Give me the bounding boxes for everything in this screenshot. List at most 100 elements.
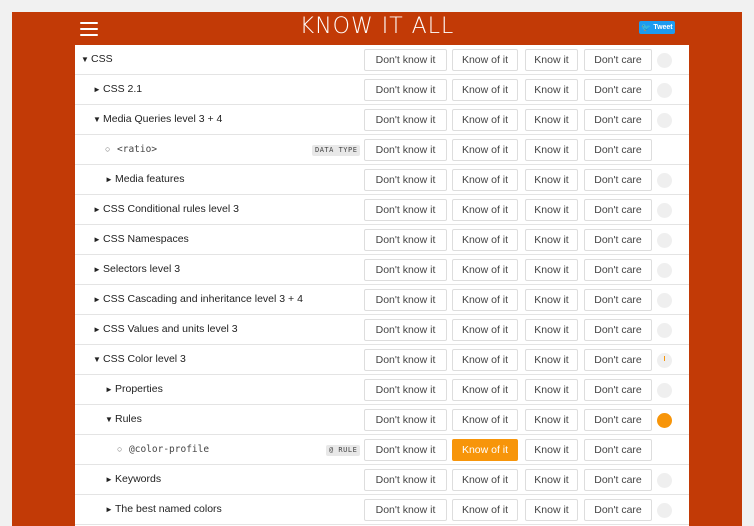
progress-indicator [657, 323, 672, 338]
dont-know-it-button[interactable]: Don't know it [364, 499, 447, 521]
dont-care-button[interactable]: Don't care [584, 499, 652, 521]
topic-label[interactable]: ▼ CSS [81, 45, 113, 75]
dont-know-it-button[interactable]: Don't know it [364, 49, 447, 71]
caret-right-icon[interactable]: ► [93, 225, 103, 254]
know-of-it-button[interactable]: Know of it [452, 259, 518, 281]
caret-right-icon[interactable]: ► [93, 315, 103, 344]
dont-care-button[interactable]: Don't care [584, 139, 652, 161]
dont-care-button[interactable]: Don't care [584, 109, 652, 131]
dont-care-button[interactable]: Don't care [584, 259, 652, 281]
dont-know-it-button[interactable]: Don't know it [364, 259, 447, 281]
know-of-it-button[interactable]: Know of it [452, 109, 518, 131]
dont-care-button[interactable]: Don't care [584, 229, 652, 251]
know-it-button[interactable]: Know it [525, 259, 578, 281]
caret-right-icon[interactable]: ► [105, 495, 115, 524]
caret-right-icon[interactable]: ► [93, 75, 103, 104]
dont-care-button[interactable]: Don't care [584, 49, 652, 71]
know-of-it-button[interactable]: Know of it [452, 79, 518, 101]
know-of-it-button[interactable]: Know of it [452, 139, 518, 161]
tweet-button[interactable]: 🐦 Tweet [639, 21, 675, 34]
dont-care-button[interactable]: Don't care [584, 409, 652, 431]
know-of-it-button[interactable]: Know of it [452, 229, 518, 251]
dont-care-button[interactable]: Don't care [584, 349, 652, 371]
topic-label[interactable]: ► Properties [105, 375, 163, 405]
know-it-button[interactable]: Know it [525, 499, 578, 521]
caret-right-icon[interactable]: ► [93, 255, 103, 284]
topic-label[interactable]: ► Selectors level 3 [93, 255, 180, 285]
dont-know-it-button[interactable]: Don't know it [364, 409, 447, 431]
topic-label[interactable]: ○ <ratio> [105, 135, 157, 165]
know-of-it-button[interactable]: Know of it [452, 49, 518, 71]
know-it-button[interactable]: Know it [525, 349, 578, 371]
know-it-button[interactable]: Know it [525, 439, 578, 461]
dont-know-it-button[interactable]: Don't know it [364, 289, 447, 311]
topic-label[interactable]: ► CSS Conditional rules level 3 [93, 195, 239, 225]
caret-down-icon[interactable]: ▼ [105, 405, 115, 434]
know-it-button[interactable]: Know it [525, 409, 578, 431]
dont-know-it-button[interactable]: Don't know it [364, 79, 447, 101]
topic-label[interactable]: ○ @color-profile [117, 435, 209, 465]
caret-right-icon[interactable]: ► [93, 195, 103, 224]
topic-label[interactable]: ▼ Media Queries level 3 + 4 [93, 105, 222, 135]
know-it-button[interactable]: Know it [525, 289, 578, 311]
dont-care-button[interactable]: Don't care [584, 289, 652, 311]
topic-label[interactable]: ▼ Rules [105, 405, 142, 435]
topic-label[interactable]: ► CSS Namespaces [93, 225, 189, 255]
know-of-it-button[interactable]: Know of it [452, 169, 518, 191]
dont-know-it-button[interactable]: Don't know it [364, 469, 447, 491]
dont-know-it-button[interactable]: Don't know it [364, 229, 447, 251]
know-of-it-button[interactable]: Know of it [452, 349, 518, 371]
dont-know-it-button[interactable]: Don't know it [364, 379, 447, 401]
dont-care-button[interactable]: Don't care [584, 169, 652, 191]
topic-label[interactable]: ► Media features [105, 165, 184, 195]
dont-know-it-button[interactable]: Don't know it [364, 199, 447, 221]
topic-row: ► The best named colors Don't know it Know … [75, 495, 689, 525]
caret-down-icon[interactable]: ▼ [93, 105, 103, 134]
know-it-button[interactable]: Know it [525, 319, 578, 341]
know-of-it-button[interactable]: Know of it [452, 199, 518, 221]
dont-know-it-button[interactable]: Don't know it [364, 439, 447, 461]
topic-row: ► CSS Cascading and inheritance level 3 +… [75, 285, 689, 315]
know-it-button[interactable]: Know it [525, 199, 578, 221]
topic-label[interactable]: ▼ CSS Color level 3 [93, 345, 186, 375]
know-it-button[interactable]: Know it [525, 49, 578, 71]
topic-row: ▼ CSS Don't know it Know of it Know it Don't … [75, 45, 689, 75]
know-of-it-button[interactable]: Know of it [452, 499, 518, 521]
dont-care-button[interactable]: Don't care [584, 439, 652, 461]
know-of-it-button[interactable]: Know of it [452, 439, 518, 461]
topic-label[interactable]: ► CSS Cascading and inheritance level 3 +… [93, 285, 303, 315]
caret-right-icon[interactable]: ► [93, 285, 103, 314]
topic-label[interactable]: ► CSS 2.1 [93, 75, 142, 105]
dont-care-button[interactable]: Don't care [584, 379, 652, 401]
know-it-button[interactable]: Know it [525, 139, 578, 161]
caret-right-icon[interactable]: ► [105, 375, 115, 404]
know-it-button[interactable]: Know it [525, 469, 578, 491]
dont-know-it-button[interactable]: Don't know it [364, 319, 447, 341]
dont-know-it-button[interactable]: Don't know it [364, 139, 447, 161]
dont-know-it-button[interactable]: Don't know it [364, 109, 447, 131]
dont-care-button[interactable]: Don't care [584, 79, 652, 101]
know-it-button[interactable]: Know it [525, 169, 578, 191]
dont-care-button[interactable]: Don't care [584, 319, 652, 341]
topic-label[interactable]: ► CSS Values and units level 3 [93, 315, 238, 345]
topic-label-text: Keywords [115, 473, 162, 485]
caret-right-icon[interactable]: ► [105, 465, 115, 494]
topic-label[interactable]: ► Keywords [105, 465, 161, 495]
dont-care-button[interactable]: Don't care [584, 199, 652, 221]
know-of-it-button[interactable]: Know of it [452, 409, 518, 431]
caret-down-icon[interactable]: ▼ [81, 45, 91, 74]
topic-label[interactable]: ► The best named colors [105, 495, 222, 525]
know-of-it-button[interactable]: Know of it [452, 319, 518, 341]
know-it-button[interactable]: Know it [525, 79, 578, 101]
know-of-it-button[interactable]: Know of it [452, 469, 518, 491]
know-it-button[interactable]: Know it [525, 379, 578, 401]
know-it-button[interactable]: Know it [525, 109, 578, 131]
know-it-button[interactable]: Know it [525, 229, 578, 251]
dont-know-it-button[interactable]: Don't know it [364, 169, 447, 191]
caret-right-icon[interactable]: ► [105, 165, 115, 194]
know-of-it-button[interactable]: Know of it [452, 379, 518, 401]
dont-know-it-button[interactable]: Don't know it [364, 349, 447, 371]
dont-care-button[interactable]: Don't care [584, 469, 652, 491]
know-of-it-button[interactable]: Know of it [452, 289, 518, 311]
caret-down-icon[interactable]: ▼ [93, 345, 103, 374]
